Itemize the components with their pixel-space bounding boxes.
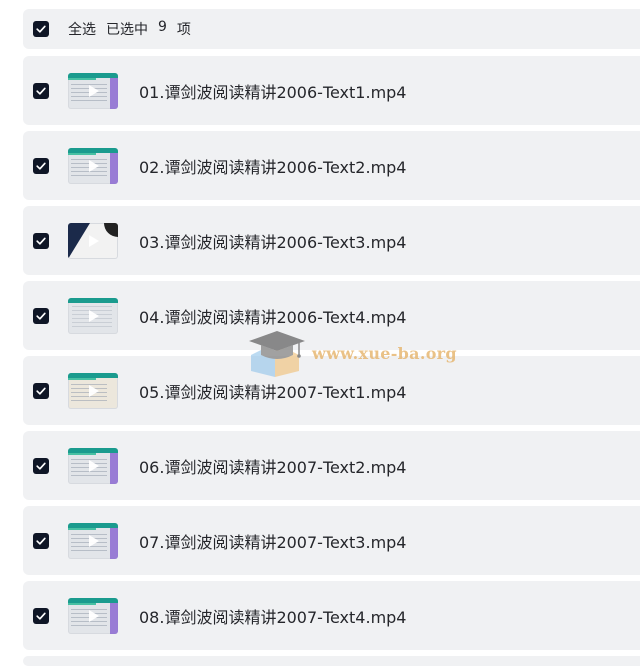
thumb-header-accent bbox=[68, 377, 96, 380]
check-icon bbox=[36, 537, 46, 545]
video-thumbnail[interactable] bbox=[68, 372, 118, 409]
file-name[interactable]: 03.谭剑波阅读精讲2006-Text3.mp4 bbox=[139, 229, 407, 253]
file-checkbox[interactable] bbox=[33, 457, 49, 474]
thumb-side-panel bbox=[110, 527, 118, 559]
select-all-checkbox[interactable] bbox=[33, 21, 49, 37]
selected-text: 已选中 bbox=[106, 22, 148, 38]
play-icon bbox=[89, 234, 99, 247]
check-icon bbox=[36, 387, 46, 395]
file-name[interactable]: 06.谭剑波阅读精讲2007-Text2.mp4 bbox=[139, 454, 407, 478]
video-thumbnail[interactable] bbox=[68, 147, 118, 184]
thumb-side-panel bbox=[110, 152, 118, 184]
file-checkbox[interactable] bbox=[33, 532, 49, 549]
file-row[interactable]: 06.谭剑波阅读精讲2007-Text2.mp4 bbox=[23, 431, 640, 500]
play-icon bbox=[89, 534, 99, 547]
thumb-header-accent bbox=[68, 152, 96, 155]
select-all-bar: 全选 已选中 9 项 bbox=[23, 9, 640, 49]
file-checkbox[interactable] bbox=[33, 307, 49, 324]
selection-summary: 全选 已选中 9 项 bbox=[68, 19, 191, 39]
file-name[interactable]: 08.谭剑波阅读精讲2007-Text4.mp4 bbox=[139, 604, 407, 628]
file-checkbox[interactable] bbox=[33, 157, 49, 174]
thumb-dark-corner bbox=[68, 222, 90, 259]
file-name[interactable]: 01.谭剑波阅读精讲2006-Text1.mp4 bbox=[139, 79, 407, 103]
play-icon bbox=[89, 159, 99, 172]
play-icon bbox=[89, 459, 99, 472]
video-thumbnail[interactable] bbox=[68, 222, 118, 259]
video-thumbnail[interactable] bbox=[68, 297, 118, 334]
select-all-label[interactable]: 全选 bbox=[68, 19, 96, 39]
thumb-header-band bbox=[68, 297, 118, 303]
count-unit: 项 bbox=[176, 22, 191, 38]
thumb-side-panel bbox=[110, 77, 118, 109]
check-icon bbox=[36, 162, 46, 170]
thumb-side-panel bbox=[110, 452, 118, 484]
play-icon bbox=[89, 384, 99, 397]
file-row[interactable]: 01.谭剑波阅读精讲2006-Text1.mp4 bbox=[23, 56, 640, 125]
file-checkbox[interactable] bbox=[33, 82, 49, 99]
video-thumbnail[interactable] bbox=[68, 597, 118, 634]
check-icon bbox=[36, 87, 46, 95]
file-name[interactable]: 02.谭剑波阅读精讲2006-Text2.mp4 bbox=[139, 154, 407, 178]
file-row[interactable]: 02.谭剑波阅读精讲2006-Text2.mp4 bbox=[23, 131, 640, 200]
play-icon bbox=[89, 609, 99, 622]
file-name[interactable]: 05.谭剑波阅读精讲2007-Text1.mp4 bbox=[139, 379, 407, 403]
check-icon bbox=[36, 237, 46, 245]
thumb-dark-corner-right bbox=[104, 222, 118, 237]
thumb-header-accent bbox=[68, 452, 96, 455]
file-row[interactable]: 05.谭剑波阅读精讲2007-Text1.mp4 bbox=[23, 356, 640, 425]
play-icon bbox=[89, 84, 99, 97]
check-icon bbox=[36, 612, 46, 620]
play-icon bbox=[89, 309, 99, 322]
file-row[interactable]: 04.谭剑波阅读精讲2006-Text4.mp4 bbox=[23, 281, 640, 350]
thumb-header-accent bbox=[68, 602, 96, 605]
check-icon bbox=[36, 25, 46, 33]
thumb-header-accent bbox=[68, 527, 96, 530]
file-row[interactable]: 07.谭剑波阅读精讲2007-Text3.mp4 bbox=[23, 506, 640, 575]
file-checkbox[interactable] bbox=[33, 382, 49, 399]
thumb-header-accent bbox=[68, 77, 96, 80]
file-name[interactable]: 07.谭剑波阅读精讲2007-Text3.mp4 bbox=[139, 529, 407, 553]
file-row[interactable]: 08.谭剑波阅读精讲2007-Text4.mp4 bbox=[23, 581, 640, 650]
check-icon bbox=[36, 312, 46, 320]
video-thumbnail[interactable] bbox=[68, 447, 118, 484]
file-name[interactable]: 04.谭剑波阅读精讲2006-Text4.mp4 bbox=[139, 304, 407, 328]
thumb-side-panel bbox=[110, 602, 118, 634]
file-checkbox[interactable] bbox=[33, 607, 49, 624]
file-row[interactable]: 03.谭剑波阅读精讲2006-Text3.mp4 bbox=[23, 206, 640, 275]
file-list: 01.谭剑波阅读精讲2006-Text1.mp4 02.谭剑波阅读精讲2006-… bbox=[23, 56, 640, 666]
check-icon bbox=[36, 462, 46, 470]
file-checkbox[interactable] bbox=[33, 232, 49, 249]
selected-count: 9 bbox=[158, 19, 167, 35]
video-thumbnail[interactable] bbox=[68, 522, 118, 559]
video-thumbnail[interactable] bbox=[68, 72, 118, 109]
